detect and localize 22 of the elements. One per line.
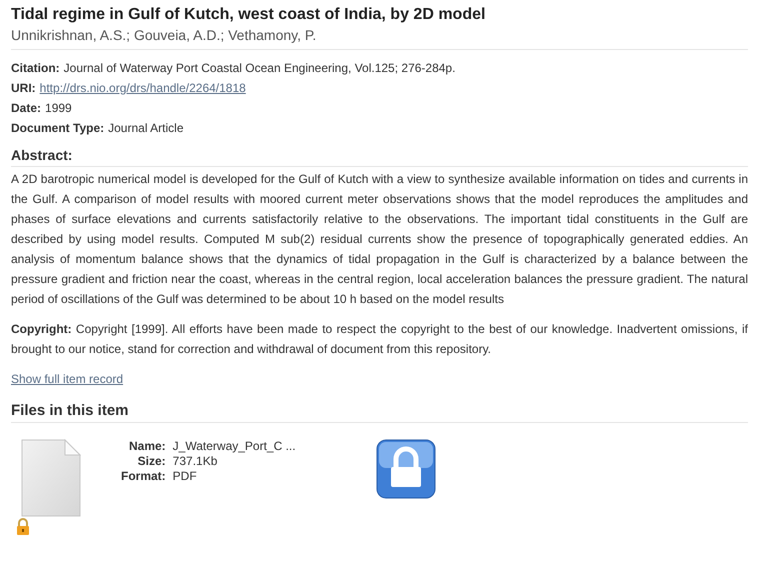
field-label: URI: xyxy=(11,80,36,97)
file-detail-label: Name: xyxy=(128,439,166,454)
field-value: 1999 xyxy=(45,100,72,117)
section-heading: Abstract: xyxy=(11,145,748,167)
abstract-text: A 2D barotropic numerical model is developed for the Gulf of Kutch with a view to synthesize available information on tides and currents in the Gulf. A comparison of model results with moored current meter observations shows that the model reproduces the amplitudes and phases of surface elevations and currents satisfactorily relative to the observations. The important tidal constituents in the Gulf are described by using model results. Computed M sub(2) residual currents show the presence of topographically generated eddies. An analysis of momentum balance shows that the dynamics of tidal propagation in the Gulf is characterized by a balance between the pressure gradient and friction near the coast, whereas in the central region, local acceleration balances the pressure gradient. The natural period of oscillations of the Gulf was determined to be about 10 h based on the model results xyxy=(11,171,748,308)
file-detail-label: Size: xyxy=(136,454,166,469)
uri-link[interactable]: http://drs.nio.org/drs/handle/2264/1818 xyxy=(40,78,246,98)
item-title: Tidal regime in Gulf of Kutch, west coast of India, by 2D model xyxy=(11,5,486,25)
field-label: Document Type: xyxy=(11,120,104,137)
field-label: Date: xyxy=(11,100,42,117)
file-detail-value: PDF xyxy=(172,469,198,484)
padlock-icon[interactable] xyxy=(376,439,436,499)
section-heading: Files in this item xyxy=(11,401,748,423)
item-authors: Unnikrishnan, A.S.; Gouveia, A.D.; Vethamony, P. xyxy=(11,25,748,50)
file-detail-label: Format: xyxy=(121,469,166,484)
field-label: Citation: xyxy=(11,60,60,77)
field-value: Journal of Waterway Port Coastal Ocean Engineering, Vol.125; 276-284p. xyxy=(64,60,456,77)
file-detail-value: J_Waterway_Port_C ... xyxy=(172,439,296,454)
field-value: Journal Article xyxy=(108,120,184,137)
copyright-text: Copyright: Copyright [1999]. All efforts have been made to respect the copyright to the best of our knowledge. Inadvertent omissions, if brought to our notice, stand for correction and withdrawal of document from this repository. xyxy=(11,321,748,358)
full-record-link[interactable]: Show full item record xyxy=(11,369,124,389)
file-detail-value: 737.1Kb xyxy=(172,454,218,469)
